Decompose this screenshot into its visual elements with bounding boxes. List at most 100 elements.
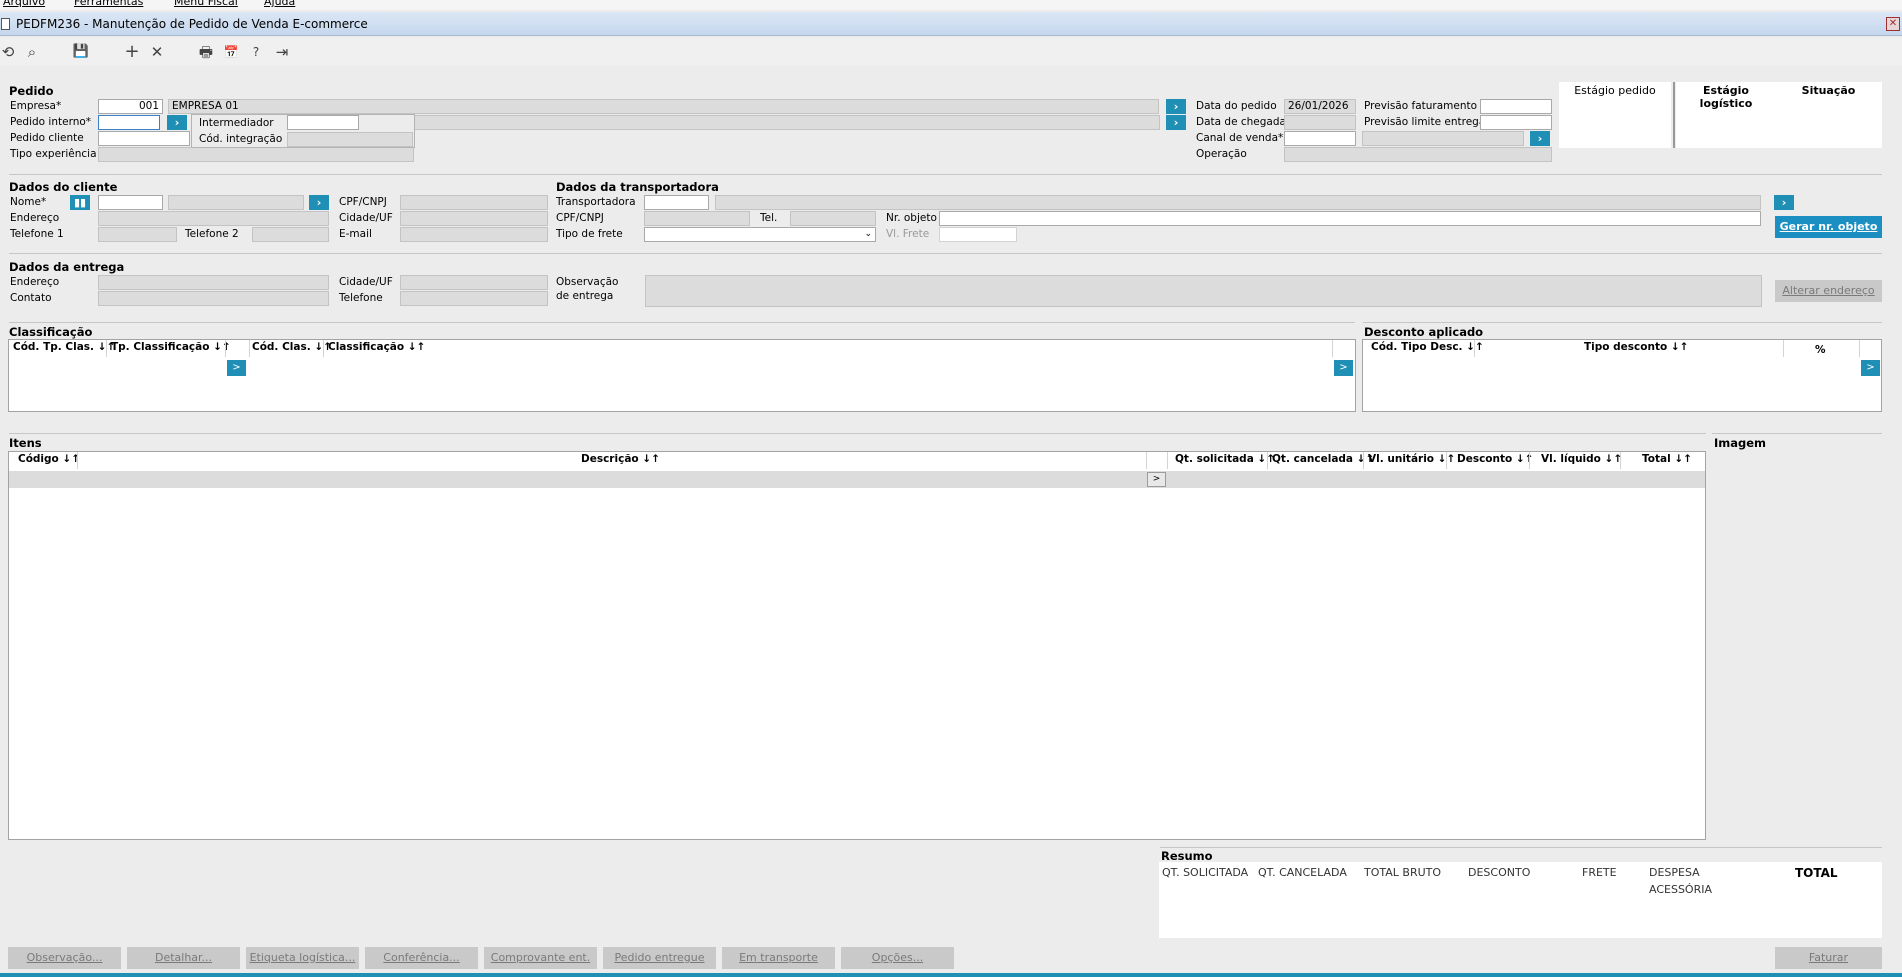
tipo-experiencia-field [98, 147, 414, 162]
canal-venda-code-field[interactable] [1284, 131, 1356, 146]
refresh-icon[interactable]: ⟲ [0, 42, 18, 62]
data-chegada-label: Data de chegada [1196, 116, 1286, 128]
col-separator [1146, 452, 1147, 469]
resumo-qt-solicitada: QT. SOLICITADA [1162, 866, 1249, 879]
estagio-divider [1673, 82, 1675, 148]
cliente-cidade-label: Cidade/UF [339, 212, 393, 224]
col-qt-cancelada[interactable]: Qt. cancelada ↓↑ [1272, 453, 1374, 465]
intermediador-field[interactable] [287, 115, 359, 130]
classificacao-lookup-button[interactable]: > [1334, 360, 1353, 376]
print-icon[interactable]: 🖶 [196, 42, 216, 62]
col-tipo-desconto[interactable]: Tipo desconto ↓↑ [1584, 341, 1688, 353]
col-separator [323, 340, 324, 357]
cliente-code-field[interactable] [98, 195, 163, 210]
col-descricao[interactable]: Descrição ↓↑ [581, 453, 660, 465]
search-icon[interactable]: ⌕ [22, 42, 42, 62]
col-classificacao[interactable]: Classificação ↓↑ [328, 341, 425, 353]
table-row[interactable]: > [9, 471, 1705, 488]
divider [1712, 433, 1882, 434]
transportadora-code-field[interactable] [644, 195, 709, 210]
menu-ajuda[interactable]: Ajuda [264, 0, 295, 8]
chart-icon[interactable]: ▮▮ [70, 195, 90, 210]
data-pedido-field: 26/01/2026 [1284, 99, 1356, 114]
classificacao-section-title: Classificação [9, 325, 93, 339]
itens-section-title: Itens [9, 436, 42, 450]
col-separator [106, 340, 107, 357]
col-cod-clas[interactable]: Cód. Clas. ↓↑ [252, 341, 332, 353]
col-separator [1332, 340, 1333, 357]
previsao-faturamento-field[interactable] [1480, 99, 1552, 114]
tipo-frete-select[interactable]: ⌄ [644, 227, 876, 242]
cod-integracao-label: Cód. integração [199, 133, 283, 145]
situacao-label: Situação [1801, 84, 1856, 97]
estagio-logistico-panel: Estágio logístico [1676, 82, 1776, 148]
save-icon[interactable]: 💾 [71, 42, 91, 62]
observacao-label-line2: de entrega [556, 290, 614, 302]
cliente-name-field [168, 195, 304, 210]
observacao-entrega-field [645, 275, 1762, 307]
nr-objeto-field[interactable] [939, 211, 1761, 226]
cliente-endereco-label: Endereço [10, 212, 60, 224]
desconto-table: Cód. Tipo Desc. ↓↑ Tipo desconto ↓↑ % > [1362, 339, 1882, 412]
cliente-email-field [400, 227, 548, 242]
pedido-cliente-field[interactable] [98, 131, 190, 146]
empresa-lookup-button[interactable]: › [1166, 99, 1186, 114]
help-icon[interactable]: ? [246, 42, 266, 62]
tipo-experiencia-label: Tipo experiência [10, 148, 97, 160]
col-separator [1529, 452, 1530, 469]
row-detail-button[interactable]: > [1147, 472, 1166, 487]
transportadora-lookup-button[interactable]: › [1774, 195, 1794, 210]
empresa-code-field[interactable]: 001 [98, 99, 163, 114]
cliente-lookup-button[interactable]: › [309, 195, 329, 210]
entrega-endereco-field [98, 275, 329, 290]
col-cod-tipo-desc[interactable]: Cód. Tipo Desc. ↓↑ [1371, 341, 1484, 353]
col-percentual[interactable]: % [1815, 344, 1826, 356]
previsao-entrega-field[interactable] [1480, 115, 1552, 130]
pedido-interno-next-button[interactable]: › [1166, 115, 1186, 130]
exit-icon[interactable]: ⇥ [272, 42, 292, 62]
pedido-interno-label: Pedido interno* [10, 116, 92, 128]
delete-icon[interactable]: ✕ [147, 42, 167, 62]
desconto-lookup-button[interactable]: > [1861, 360, 1880, 376]
menu-fiscal[interactable]: Menu Fiscal [174, 0, 238, 8]
col-qt-solicitada[interactable]: Qt. solicitada ↓↑ [1175, 453, 1275, 465]
menu-arquivo[interactable]: Arquivo [3, 0, 45, 8]
observacao-label-line1: Observação [556, 276, 619, 288]
resumo-despesa-line1: DESPESA [1649, 866, 1700, 879]
divider [9, 322, 1355, 323]
canal-venda-label: Canal de venda* [1196, 132, 1284, 144]
classificacao-tp-lookup-button[interactable]: > [227, 360, 246, 376]
transportadora-label: Transportadora [556, 196, 636, 208]
pedido-interno-field[interactable] [98, 115, 160, 130]
situacao-panel: Situação [1775, 82, 1882, 148]
telefone1-label: Telefone 1 [10, 228, 64, 240]
add-icon[interactable]: + [122, 42, 142, 62]
itens-table: Código ↓↑ Descrição ↓↑ Qt. solicitada ↓↑… [8, 451, 1706, 840]
cliente-cpf-label: CPF/CNPJ [339, 196, 387, 208]
chevron-down-icon: ⌄ [864, 229, 872, 239]
window-titlebar: PEDFM236 - Manutenção de Pedido de Venda… [0, 12, 1902, 36]
entrega-telefone-label: Telefone [339, 292, 383, 304]
telefone1-field [98, 227, 177, 242]
col-vl-liquido[interactable]: Vl. líquido ↓↑ [1541, 453, 1622, 465]
col-tp-classificacao[interactable]: Tp. Classificação ↓↑ [111, 341, 231, 353]
menu-ferramentas[interactable]: Ferramentas [74, 0, 143, 8]
col-vl-unitario[interactable]: Vl. unitário ↓↑ [1368, 453, 1455, 465]
canal-venda-lookup-button[interactable]: › [1530, 131, 1550, 146]
window-close-button[interactable]: ✕ [1886, 17, 1900, 31]
conferencia-button: Conferência... [365, 947, 478, 969]
transportadora-cpf-label: CPF/CNPJ [556, 212, 604, 224]
col-desconto[interactable]: Desconto ↓↑ [1457, 453, 1533, 465]
data-chegada-field [1284, 115, 1356, 130]
col-cod-tp-clas[interactable]: Cód. Tp. Clas. ↓↑ [13, 341, 115, 353]
estagio-pedido-label: Estágio pedido [1574, 84, 1656, 97]
calendar-icon[interactable]: 📅 [221, 42, 241, 62]
gerar-nr-objeto-button[interactable]: Gerar nr. objeto [1775, 216, 1882, 238]
col-codigo[interactable]: Código ↓↑ [18, 453, 80, 465]
cliente-endereco-field [98, 211, 329, 226]
pedido-interno-lookup-button[interactable]: › [167, 115, 187, 130]
nr-objeto-label: Nr. objeto [886, 212, 937, 224]
col-total[interactable]: Total ↓↑ [1642, 453, 1692, 465]
toolbar: ⟲ ⌕ 💾 + ✕ 🖶 📅 ? ⇥ [0, 38, 1902, 66]
cliente-cidade-field [400, 211, 548, 226]
